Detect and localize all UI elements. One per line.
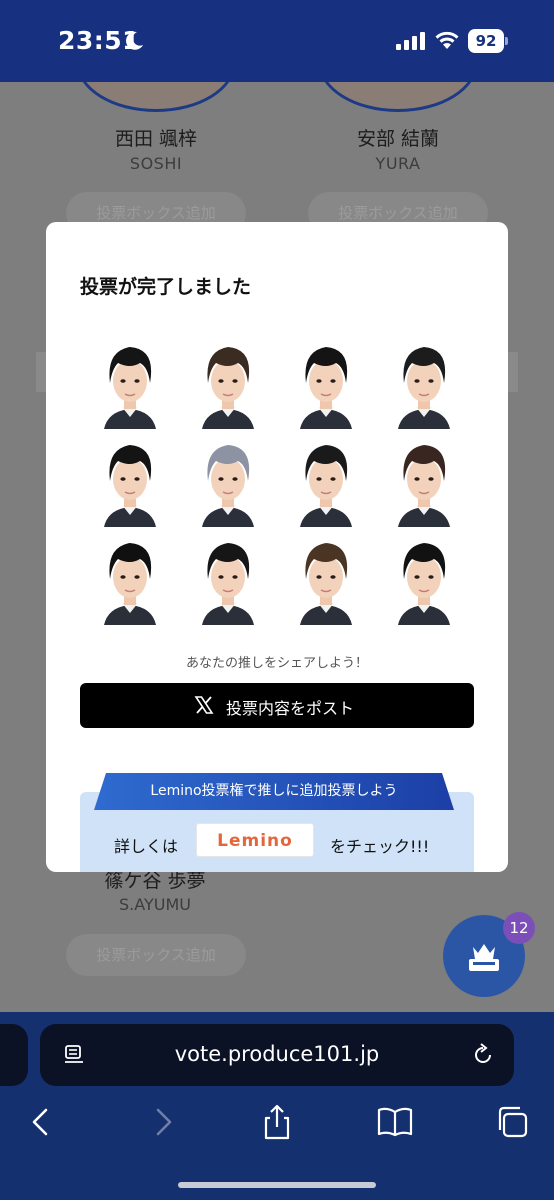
trainee-photo: [290, 435, 362, 527]
reload-icon[interactable]: [470, 1042, 496, 1068]
home-indicator: [178, 1182, 376, 1188]
tabs-icon[interactable]: [492, 1102, 532, 1142]
x-logo-icon: [194, 696, 214, 714]
candidate-name: 西田 颯梓: [114, 128, 198, 150]
background-card-edge: [36, 352, 46, 392]
trainee-photo: [192, 435, 264, 527]
previous-tab-edge[interactable]: [0, 1024, 28, 1086]
candidate-name: 安部 結蘭: [356, 128, 440, 150]
trainee-photo: [388, 533, 460, 625]
promo-prefix: 詳しくは: [114, 837, 179, 856]
bookmarks-icon[interactable]: [375, 1102, 415, 1142]
trainee-photo: [388, 337, 460, 429]
voted-trainees-grid: [94, 337, 474, 629]
lemino-logo-link[interactable]: Lemino: [196, 823, 314, 857]
promo-suffix: をチェック!!!: [330, 837, 430, 856]
cellular-signal-icon: [396, 32, 425, 50]
battery-icon: 92: [468, 29, 508, 53]
crown-box-icon: [469, 944, 499, 971]
post-to-x-button[interactable]: 投票内容をポスト: [80, 683, 474, 728]
trainee-photo: [94, 533, 166, 625]
share-icon[interactable]: [257, 1102, 297, 1142]
post-button-label: 投票内容をポスト: [226, 699, 355, 718]
url-text: vote.produce101.jp: [174, 1042, 380, 1066]
share-caption: あなたの推しをシェアしよう！: [185, 656, 368, 671]
candidate-roman-name: SOSHI: [129, 154, 183, 173]
candidate-roman-name: S.AYUMU: [119, 895, 191, 914]
trainee-photo: [94, 435, 166, 527]
modal-title: 投票が完了しました: [80, 276, 252, 298]
status-bar: 23:51 92: [0, 0, 554, 82]
moon-icon: [126, 31, 143, 50]
back-icon[interactable]: [22, 1102, 62, 1142]
trainee-photo: [290, 337, 362, 429]
trainee-photo: [192, 337, 264, 429]
lemino-promo-ribbon: Lemino投票権で推しに追加投票しよう: [94, 773, 454, 810]
forward-icon[interactable]: [142, 1102, 182, 1142]
add-vote-box-button[interactable]: 投票ボックス追加: [66, 934, 246, 976]
background-card-edge: [508, 352, 518, 392]
browser-toolbar: vote.produce101.jp: [0, 1012, 554, 1200]
wifi-icon: [435, 31, 459, 49]
vote-complete-modal: 投票が完了しました あなたの推しをシェアしよう！ 投票内容をポスト Lemino…: [46, 222, 508, 872]
trainee-photo: [94, 337, 166, 429]
battery-level: 92: [468, 29, 504, 53]
trainee-photo: [388, 435, 460, 527]
candidate-roman-name: YURA: [375, 154, 421, 173]
vote-box-count-badge: 12: [503, 912, 535, 944]
promo-ribbon-text: Lemino投票権で推しに追加投票しよう: [150, 783, 398, 799]
trainee-photo: [290, 533, 362, 625]
trainee-photo: [192, 533, 264, 625]
address-bar[interactable]: vote.produce101.jp: [40, 1024, 514, 1086]
